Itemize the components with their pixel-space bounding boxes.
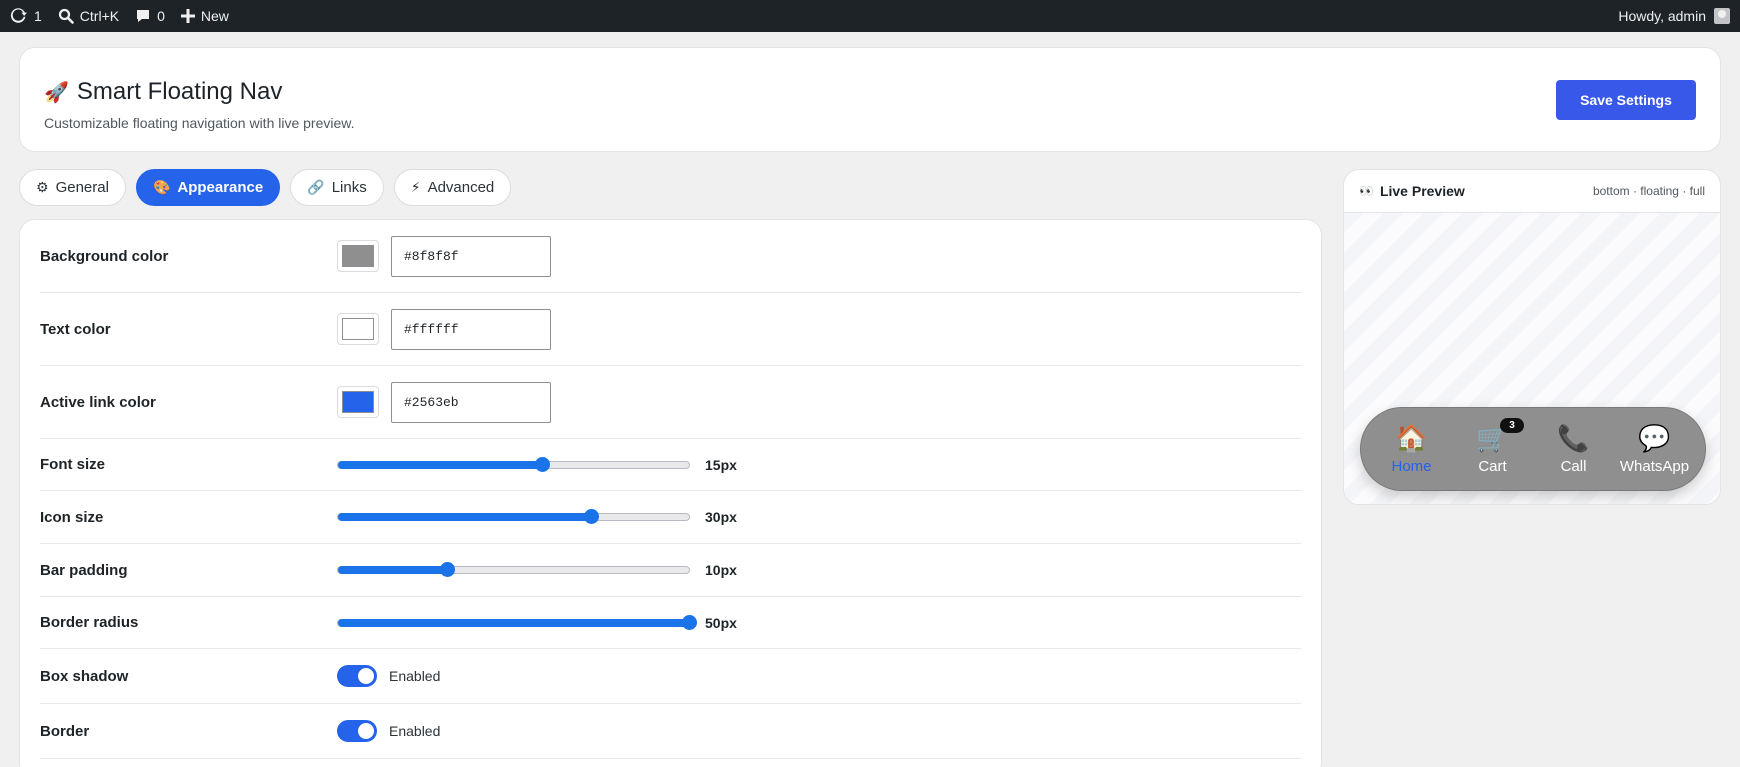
setting-label: Box shadow — [40, 667, 129, 685]
box-shadow-toggle[interactable] — [337, 665, 377, 687]
phone-icon: 📞 — [1557, 423, 1590, 454]
bar-padding-slider[interactable] — [337, 562, 690, 577]
icon-size-slider[interactable] — [337, 509, 690, 524]
floating-nav-bar: 🏠 Home 🛒 3 Cart 📞 Call 💬 WhatsApp — [1360, 407, 1706, 491]
setting-row-box-shadow: Box shadow Enabled — [40, 649, 1301, 704]
appearance-settings-panel: Background color Text color Active link … — [19, 219, 1322, 767]
slider-thumb[interactable] — [534, 456, 550, 472]
nav-item-label: Home — [1391, 457, 1432, 475]
lightning-icon: ⚡ — [410, 179, 421, 196]
font-size-value: 15px — [705, 456, 737, 473]
toggle-state-label: Enabled — [389, 668, 441, 684]
setting-row-background-color: Background color — [40, 220, 1301, 293]
tab-label: Links — [331, 179, 367, 196]
background-color-input[interactable] — [391, 235, 551, 277]
border-radius-slider[interactable] — [337, 614, 697, 630]
nav-item-cart[interactable]: 🛒 3 Cart — [1452, 417, 1533, 475]
slider-thumb[interactable] — [583, 509, 599, 524]
tab-appearance[interactable]: 🎨 Appearance — [135, 169, 281, 206]
page-title-text: Smart Floating Nav — [76, 78, 283, 105]
setting-label: Border — [40, 722, 90, 740]
tab-label: Appearance — [177, 179, 264, 196]
icon-size-value: 30px — [705, 509, 737, 525]
live-preview-header: 👀 Live Preview bottom · floating · full — [1344, 170, 1720, 213]
setting-row-text-color: Text color — [40, 293, 1301, 366]
setting-row-icon-size: Icon size 30px — [40, 491, 1301, 544]
link-icon: 🔗 — [307, 179, 325, 196]
setting-label: Bar padding — [40, 561, 128, 579]
plus-icon — [180, 9, 195, 23]
setting-row-border-radius: Border radius 50px — [40, 597, 1301, 649]
updates-icon — [10, 8, 28, 23]
search-icon — [58, 8, 74, 24]
setting-row-bar-padding: Bar padding 10px — [40, 544, 1301, 597]
chat-bubble-icon: 💬 — [1638, 423, 1671, 454]
admin-bar: 1 Ctrl+K 0 New Howdy, admin — [0, 0, 1740, 32]
comments-count: 0 — [157, 8, 165, 24]
font-size-slider[interactable] — [337, 456, 690, 472]
comments-link[interactable]: 0 — [135, 0, 165, 32]
eyes-icon: 👀 — [1359, 184, 1374, 198]
tab-links[interactable]: 🔗 Links — [290, 169, 384, 206]
gear-icon: ⚙ — [36, 179, 49, 196]
live-preview-meta: bottom · floating · full — [1592, 184, 1705, 198]
setting-row-border: Border Enabled — [40, 704, 1301, 759]
live-preview-card: 👀 Live Preview bottom · floating · full … — [1343, 169, 1721, 505]
tab-advanced[interactable]: ⚡ Advanced — [393, 169, 512, 206]
bar-padding-value: 10px — [705, 562, 737, 578]
setting-row-font-size: Font size 15px — [40, 439, 1301, 491]
nav-item-label: WhatsApp — [1619, 457, 1690, 475]
background-color-swatch[interactable] — [337, 240, 379, 272]
cart-count-badge: 3 — [1500, 417, 1524, 433]
palette-icon: 🎨 — [152, 179, 171, 196]
updates-count: 1 — [34, 8, 42, 24]
account-menu[interactable]: Howdy, admin — [1618, 0, 1730, 32]
border-toggle[interactable] — [337, 720, 377, 742]
setting-label: Icon size — [40, 508, 104, 526]
save-settings-button[interactable]: Save Settings — [1556, 80, 1696, 120]
rocket-icon: 🚀 — [44, 80, 69, 104]
setting-label: Border radius — [40, 614, 139, 631]
nav-item-call[interactable]: 📞 Call — [1533, 424, 1614, 475]
slider-thumb[interactable] — [682, 614, 697, 630]
slider-thumb[interactable] — [439, 562, 455, 577]
text-color-swatch[interactable] — [337, 313, 379, 345]
page-subtitle: Customizable floating navigation with li… — [44, 115, 355, 131]
nav-item-home[interactable]: 🏠 Home — [1371, 424, 1452, 475]
search-shortcut: Ctrl+K — [79, 8, 120, 24]
home-icon: 🏠 — [1395, 423, 1428, 454]
active-link-color-input[interactable] — [391, 381, 551, 423]
nav-item-label: Call — [1560, 457, 1587, 475]
header-card: 🚀 Smart Floating Nav Customizable floati… — [19, 47, 1721, 152]
tab-general[interactable]: ⚙ General — [19, 169, 126, 206]
avatar — [1714, 8, 1730, 24]
comment-icon — [137, 10, 150, 22]
live-preview-canvas: 🏠 Home 🛒 3 Cart 📞 Call 💬 WhatsApp — [1344, 213, 1720, 504]
nav-item-whatsapp[interactable]: 💬 WhatsApp — [1614, 424, 1695, 475]
setting-label: Active link color — [40, 393, 156, 411]
tab-label: General — [55, 179, 109, 196]
setting-label: Text color — [40, 320, 111, 338]
settings-tabs: ⚙ General 🎨 Appearance 🔗 Links ⚡ Advance… — [19, 169, 512, 206]
live-preview-title: Live Preview — [1379, 183, 1465, 199]
setting-label: Background color — [40, 247, 169, 265]
greeting: Howdy, admin — [1618, 8, 1706, 24]
page-title: 🚀 Smart Floating Nav — [44, 78, 282, 106]
new-label: New — [200, 8, 229, 24]
border-radius-value: 50px — [705, 614, 737, 631]
nav-item-label: Cart — [1478, 457, 1507, 475]
active-link-color-swatch[interactable] — [337, 386, 379, 418]
tab-label: Advanced — [427, 179, 495, 196]
setting-row-active-link-color: Active link color — [40, 366, 1301, 439]
setting-label: Font size — [40, 456, 106, 473]
text-color-input[interactable] — [391, 308, 551, 350]
toggle-state-label: Enabled — [389, 723, 441, 739]
new-content-link[interactable]: New — [180, 0, 229, 32]
updates-link[interactable]: 1 — [10, 0, 42, 32]
search-link[interactable]: Ctrl+K — [58, 0, 119, 32]
